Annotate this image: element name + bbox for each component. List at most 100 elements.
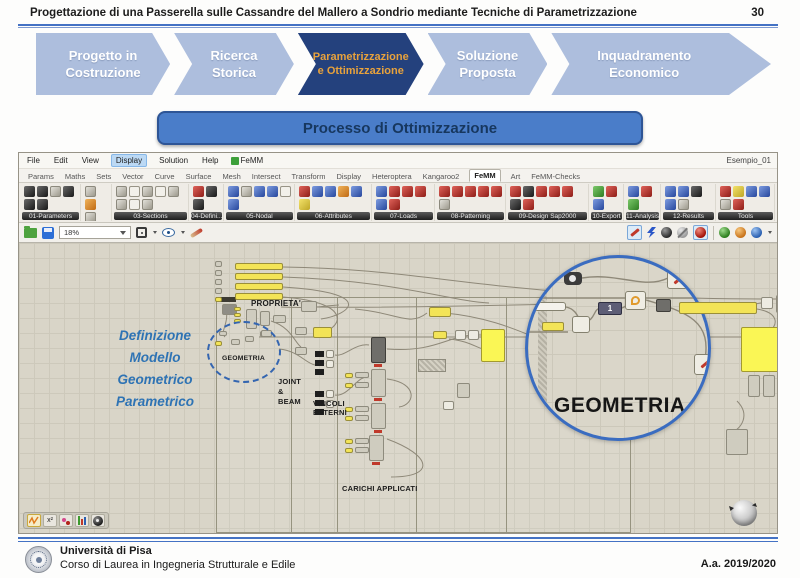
component-icon[interactable] — [37, 186, 48, 197]
gh-tab-femm-selected[interactable]: FeMM — [469, 169, 500, 182]
menu-femm-plugin[interactable]: FeMM — [231, 156, 264, 165]
component-icon[interactable] — [759, 186, 770, 197]
component-icon[interactable] — [628, 199, 639, 210]
gh-node[interactable] — [776, 295, 777, 313]
gh-node[interactable] — [326, 390, 334, 398]
component-icon[interactable] — [193, 199, 204, 210]
gh-component[interactable] — [763, 375, 775, 397]
gh-node[interactable] — [315, 351, 324, 357]
gh-node[interactable] — [315, 360, 324, 366]
component-icon[interactable] — [325, 186, 336, 197]
gh-node[interactable] — [301, 301, 317, 312]
grasshopper-canvas[interactable]: PROPRIETA' Definizione Modello Geometric… — [19, 243, 777, 533]
component-icon[interactable] — [536, 186, 547, 197]
gh-tab-art[interactable]: Art — [510, 171, 522, 182]
magnified-component[interactable] — [667, 270, 690, 289]
component-icon[interactable] — [665, 199, 676, 210]
component-icon[interactable] — [510, 186, 521, 197]
gh-panel[interactable] — [234, 313, 241, 317]
component-icon[interactable] — [562, 186, 573, 197]
gh-node[interactable] — [355, 438, 369, 444]
component-icon[interactable] — [351, 186, 362, 197]
zoom-level-select[interactable]: 18% — [59, 226, 131, 239]
menu-help[interactable]: Help — [200, 155, 220, 166]
component-icon[interactable] — [491, 186, 502, 197]
component-icon[interactable] — [510, 199, 521, 210]
femm-component[interactable] — [371, 369, 386, 397]
component-icon[interactable] — [228, 199, 239, 210]
component-icon[interactable] — [678, 186, 689, 197]
component-icon[interactable] — [523, 186, 534, 197]
gh-component[interactable] — [457, 383, 470, 398]
wire-display-icon[interactable] — [627, 225, 642, 240]
compass-widget-icon[interactable] — [91, 514, 105, 527]
component-icon[interactable] — [85, 212, 96, 221]
component-icon[interactable] — [228, 186, 239, 197]
component-icon[interactable] — [606, 186, 617, 197]
component-icon[interactable] — [193, 186, 204, 197]
cluster-widget-icon[interactable] — [59, 514, 73, 527]
menu-view[interactable]: View — [80, 155, 101, 166]
gh-node[interactable] — [355, 382, 369, 388]
magnified-value-node[interactable]: 1 — [598, 302, 622, 315]
green-sphere-icon[interactable] — [719, 227, 730, 238]
gh-node[interactable] — [455, 330, 466, 340]
gh-node[interactable] — [468, 330, 479, 340]
component-icon[interactable] — [593, 186, 604, 197]
component-icon[interactable] — [593, 199, 604, 210]
component-icon[interactable] — [402, 186, 413, 197]
gh-tab-femm-checks[interactable]: FeMM-Checks — [530, 171, 581, 182]
number-slider[interactable] — [235, 283, 283, 290]
gh-node[interactable] — [326, 360, 334, 368]
expression-widget-icon[interactable]: x² — [43, 514, 57, 527]
component-icon[interactable] — [549, 186, 560, 197]
component-icon[interactable] — [733, 186, 744, 197]
component-icon[interactable] — [478, 186, 489, 197]
gh-node[interactable] — [355, 406, 369, 412]
gh-panel[interactable] — [313, 327, 332, 338]
component-icon[interactable] — [720, 186, 731, 197]
gh-panel[interactable] — [215, 297, 222, 302]
component-icon[interactable] — [338, 186, 349, 197]
component-icon[interactable] — [389, 199, 400, 210]
component-icon[interactable] — [733, 199, 744, 210]
gh-panel-large[interactable] — [741, 327, 777, 372]
component-icon[interactable] — [206, 186, 217, 197]
component-icon[interactable] — [691, 186, 702, 197]
femm-component[interactable] — [369, 435, 384, 461]
gh-tab-transform[interactable]: Transform — [291, 171, 327, 182]
component-icon[interactable] — [24, 199, 35, 210]
gh-tab-vector[interactable]: Vector — [121, 171, 144, 182]
gh-node[interactable] — [215, 279, 222, 285]
component-icon[interactable] — [254, 186, 265, 197]
component-icon[interactable] — [116, 199, 127, 210]
component-icon[interactable] — [299, 186, 310, 197]
component-icon[interactable] — [280, 186, 291, 197]
gh-node[interactable] — [326, 350, 334, 358]
gh-node[interactable] — [273, 315, 286, 323]
component-icon[interactable] — [720, 199, 731, 210]
gh-panel[interactable] — [429, 307, 451, 317]
menu-solution[interactable]: Solution — [157, 155, 190, 166]
blue-sphere-icon[interactable] — [751, 227, 762, 238]
gh-node[interactable] — [315, 391, 324, 397]
gh-tab-params[interactable]: Params — [27, 171, 55, 182]
gh-scribble-panel[interactable] — [418, 359, 446, 372]
gh-node[interactable] — [215, 261, 222, 267]
number-slider[interactable] — [235, 263, 283, 270]
component-icon[interactable] — [439, 199, 450, 210]
component-icon[interactable] — [129, 199, 140, 210]
canvas-compass-sphere[interactable] — [731, 500, 757, 526]
gh-panel[interactable] — [345, 373, 353, 378]
component-icon[interactable] — [37, 199, 48, 210]
gh-node[interactable] — [355, 447, 369, 453]
component-icon[interactable] — [641, 186, 652, 197]
preview-eye-icon[interactable] — [162, 228, 175, 237]
component-icon[interactable] — [85, 186, 96, 197]
component-icon[interactable] — [142, 199, 153, 210]
gh-panel[interactable] — [345, 383, 353, 388]
femm-component-selected[interactable] — [371, 337, 386, 363]
magnified-toggle-node[interactable] — [564, 272, 582, 285]
component-icon[interactable] — [85, 199, 96, 210]
menu-edit[interactable]: Edit — [52, 155, 70, 166]
